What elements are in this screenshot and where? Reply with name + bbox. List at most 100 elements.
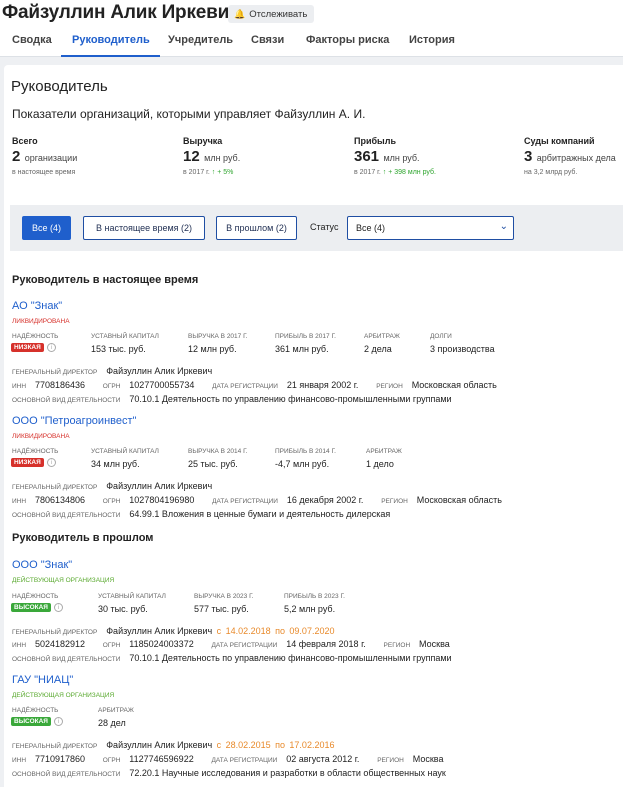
arbitrage-value[interactable]: 1 дело [366,459,394,469]
company-status: ЛИКВИДИРОВАНА [12,433,70,440]
past-group-title: Руководитель в прошлом [12,532,154,544]
reliability-row: НИЗКАЯ i [11,458,56,467]
tab-links[interactable]: Связи [251,32,284,57]
revenue-value: 25 тыс. руб. [188,459,238,469]
activity-label: ОСНОВНОЙ ВИД ДЕЯТЕЛЬНОСТИ [12,512,121,519]
revenue-value: 12 млн руб. [188,344,237,354]
stat-courts-unit: арбитражных дела [536,153,616,163]
profit-label: ПРИБЫЛЬ В 2023 Г. [284,593,345,600]
activity-label: ОСНОВНОЙ ВИД ДЕЯТЕЛЬНОСТИ [12,771,121,778]
stat-courts-value: 3 [524,148,533,165]
capital-label: УСТАВНЫЙ КАПИТАЛ [98,593,166,600]
reliability-badge: ВЫСОКАЯ [11,717,51,726]
company-status: ДЕЙСТВУЮЩАЯ ОРГАНИЗАЦИЯ [12,577,115,584]
activity-row: ОСНОВНОЙ ВИД ДЕЯТЕЛЬНОСТИ 72.20.1 Научны… [12,763,446,781]
capital-value: 34 млн руб. [91,459,140,469]
activity-value: 72.20.1 Научные исследования и разработк… [129,768,446,778]
filter-past-button[interactable]: В прошлом (2) [216,216,297,240]
stat-revenue-label: Выручка [183,136,223,146]
debts-value[interactable]: 3 производства [430,344,495,354]
reliability-row: ВЫСОКАЯ i [11,603,63,612]
track-button[interactable]: 🔔 Отслеживать [228,5,315,23]
tab-bar: Сводка Руководитель Учредитель Связи Фак… [0,32,623,57]
activity-value: 70.10.1 Деятельность по управлению финан… [129,394,452,404]
info-icon[interactable]: i [53,717,63,726]
activity-label: ОСНОВНОЙ ВИД ДЕЯТЕЛЬНОСТИ [12,397,121,404]
stat-total-unit: организации [24,153,78,163]
revenue-label: ВЫРУЧКА В 2017 Г. [188,333,248,340]
status-select-value: Все (4) [356,223,386,233]
status-select[interactable]: Все (4) ⌄ [347,216,514,240]
tab-risk-factors[interactable]: Факторы риска [306,32,389,57]
director-card: Руководитель Показатели организаций, кот… [4,65,623,787]
chevron-down-icon: ⌄ [499,221,508,232]
arbitrage-label: АРБИТРАЖ [366,448,402,455]
info-icon[interactable]: i [53,603,63,612]
tab-founder[interactable]: Учредитель [168,32,233,57]
stat-courts-label: Суды компаний [524,136,595,146]
profit-value: -4,7 млн руб. [275,459,330,469]
debts-label: ДОЛГИ [430,333,452,340]
stat-courts: 3 арбитражных дела [524,148,616,166]
section-title: Руководитель [11,78,108,95]
reliability-label: НАДЁЖНОСТЬ [12,333,59,340]
stat-total: 2 организации [12,148,77,166]
stat-revenue-sub-row: в 2017 г. ↑ + 5% [183,169,233,176]
company-name-link[interactable]: ООО "Петроагроинвест" [12,415,136,427]
arbitrage-value[interactable]: 2 дела [364,344,392,354]
status-filter-label: Статус [310,222,339,232]
capital-label: УСТАВНЫЙ КАПИТАЛ [91,448,159,455]
reliability-row: НИЗКАЯ i [11,343,56,352]
reliability-badge: НИЗКАЯ [11,343,44,352]
region-value: Московская область [416,495,502,505]
profit-label: ПРИБЫЛЬ В 2014 Г. [275,448,336,455]
stat-revenue-sub: в 2017 г. [183,169,210,176]
company-name-link[interactable]: ООО "Знак" [12,559,72,571]
arbitrage-label: АРБИТРАЖ [98,707,134,714]
filter-bar: Все (4) В настоящее время (2) В прошлом … [10,205,623,251]
reliability-label: НАДЁЖНОСТЬ [12,448,59,455]
arbitrage-label: АРБИТРАЖ [364,333,400,340]
stat-profit-unit: млн руб. [383,153,420,163]
reliability-label: НАДЁЖНОСТЬ [12,707,59,714]
info-icon[interactable]: i [46,343,56,352]
filter-all-button[interactable]: Все (4) [22,216,71,240]
capital-value: 30 тыс. руб. [98,604,148,614]
stat-profit-value: 361 [354,148,380,165]
track-label: Отслеживать [249,8,308,20]
capital-value: 153 тыс. руб. [91,344,146,354]
revenue-value: 577 тыс. руб. [194,604,249,614]
activity-row: ОСНОВНОЙ ВИД ДЕЯТЕЛЬНОСТИ 70.10.1 Деятел… [12,389,452,407]
stat-total-value: 2 [12,148,21,165]
filter-current-button[interactable]: В настоящее время (2) [83,216,205,240]
company-name-link[interactable]: АО "Знак" [12,300,62,312]
stat-profit: 361 млн руб. [354,148,420,166]
profile-header: Файзуллин Алик Иркевич 🔔 Отслеживать Сво… [0,0,623,57]
tab-history[interactable]: История [409,32,455,57]
reliability-badge: ВЫСОКАЯ [11,603,51,612]
company-name-link[interactable]: ГАУ "НИАЦ" [12,674,73,686]
stat-revenue: 12 млн руб. [183,148,240,166]
stat-revenue-value: 12 [183,148,200,165]
section-subtitle: Показатели организаций, которыми управля… [12,107,366,121]
activity-value: 70.10.1 Деятельность по управлению финан… [129,653,452,663]
tab-director[interactable]: Руководитель [61,32,160,57]
stat-profit-sub-row: в 2017 г. ↑ + 398 млн руб. [354,169,436,176]
stat-revenue-delta: ↑ + 5% [211,169,234,176]
activity-row: ОСНОВНОЙ ВИД ДЕЯТЕЛЬНОСТИ 64.99.1 Вложен… [12,504,390,522]
stat-revenue-unit: млн руб. [204,153,241,163]
capital-label: УСТАВНЫЙ КАПИТАЛ [91,333,159,340]
profit-label: ПРИБЫЛЬ В 2017 Г. [275,333,336,340]
arbitrage-value[interactable]: 28 дел [98,718,126,728]
stat-total-label: Всего [12,136,38,146]
reliability-row: ВЫСОКАЯ i [11,717,63,726]
revenue-label: ВЫРУЧКА В 2023 Г. [194,593,254,600]
stat-courts-sub: на 3,2 млрд руб. [524,169,578,176]
reliability-badge: НИЗКАЯ [11,458,44,467]
profit-value: 5,2 млн руб. [284,604,336,614]
tab-summary[interactable]: Сводка [12,32,52,57]
info-icon[interactable]: i [46,458,56,467]
stat-total-sub: в настоящее время [12,169,76,176]
revenue-label: ВЫРУЧКА В 2014 Г. [188,448,248,455]
page-title: Файзуллин Алик Иркевич [2,2,240,23]
